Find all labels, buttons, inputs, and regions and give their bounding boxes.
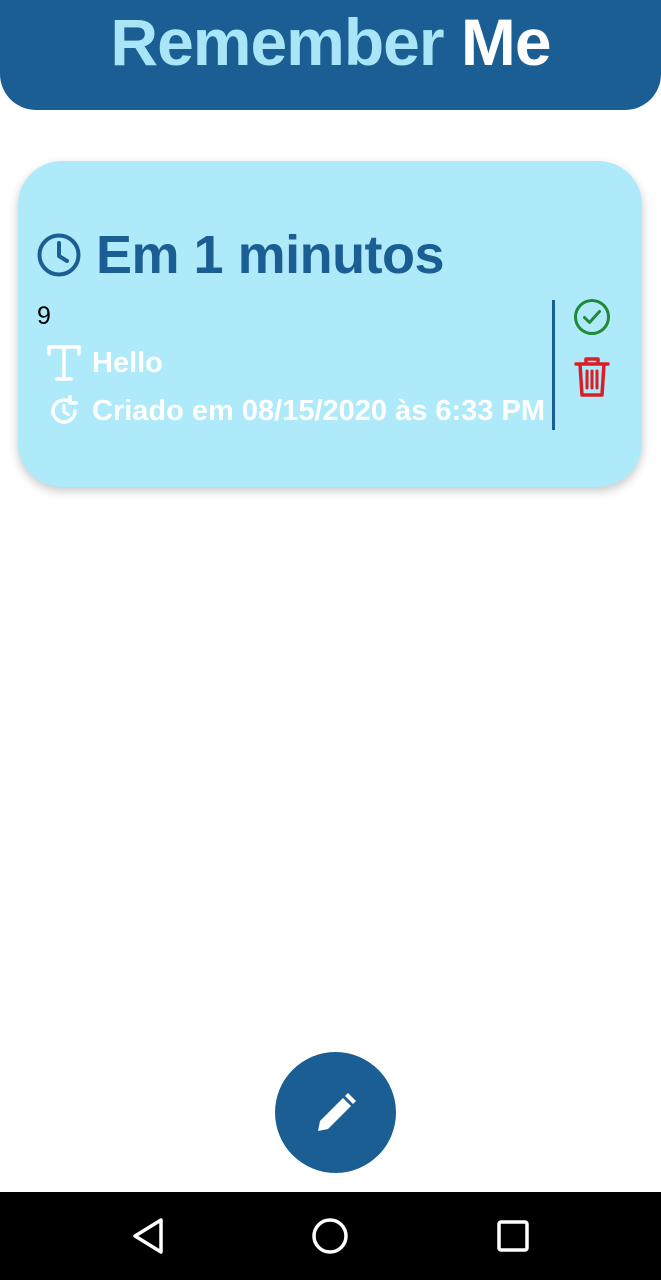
reminder-title: Hello <box>92 346 163 379</box>
clock-icon <box>37 233 81 277</box>
nav-recent-button[interactable] <box>489 1212 537 1260</box>
app-title: Remember Me <box>110 4 552 80</box>
text-icon <box>46 345 82 381</box>
reminder-heading: Em 1 minutos <box>36 223 445 287</box>
home-circle-icon <box>312 1218 348 1254</box>
reminder-card[interactable]: Em 1 minutos 9 Hello Criado em 08/15/202… <box>18 161 642 487</box>
reminder-number: 9 <box>37 302 51 330</box>
check-circle-icon <box>574 299 610 335</box>
reminder-created-row: Criado em 08/15/2020 às 6:33 PM <box>46 391 545 431</box>
new-reminder-fab[interactable] <box>275 1052 396 1173</box>
mark-done-button[interactable] <box>570 295 614 339</box>
card-divider <box>552 300 555 430</box>
app-header: Remember Me <box>0 0 661 110</box>
nav-home-button[interactable] <box>306 1212 354 1260</box>
app-screen: Remember Me Em 1 minutos 9 Hello Criado … <box>0 0 661 1280</box>
reminder-title-row: Hello <box>46 343 163 383</box>
history-icon <box>46 393 82 429</box>
reminder-created-date: Criado em 08/15/2020 às 6:33 PM <box>92 394 545 427</box>
back-triangle-icon <box>133 1218 163 1254</box>
pencil-icon <box>317 1092 356 1131</box>
recent-square-icon <box>497 1220 529 1252</box>
delete-button[interactable] <box>570 355 614 399</box>
trash-icon <box>574 357 610 397</box>
nav-back-button[interactable] <box>124 1212 172 1260</box>
reminder-time-label: Em 1 minutos <box>96 225 445 285</box>
system-nav-bar <box>0 1192 661 1280</box>
app-title-part2: Me <box>460 5 552 79</box>
app-title-part1: Remember <box>110 5 444 79</box>
